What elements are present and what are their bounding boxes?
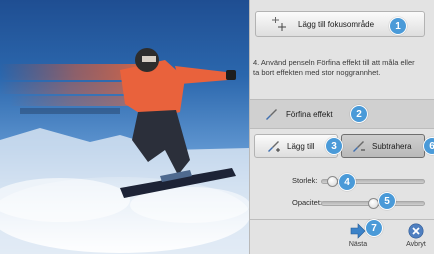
arrow-right-icon xyxy=(350,223,366,239)
subtract-brush-label: Subtrahera xyxy=(372,141,412,151)
cancel-label: Avbryt xyxy=(406,241,426,248)
callout-4: 4 xyxy=(338,173,356,191)
size-slider-thumb[interactable] xyxy=(327,176,339,187)
subtract-brush-button[interactable]: Subtrahera xyxy=(341,134,425,158)
brush-plus-icon xyxy=(268,141,280,152)
cancel-button[interactable]: Avbryt xyxy=(396,220,434,254)
refine-effect-label: Förfina effekt xyxy=(286,109,333,119)
callout-6: 6 xyxy=(423,137,434,155)
photo-canvas[interactable] xyxy=(0,0,249,254)
callout-1: 1 xyxy=(389,17,407,35)
refine-effect-button[interactable]: Förfina effekt xyxy=(250,99,434,129)
size-slider[interactable] xyxy=(321,176,425,187)
opacity-label: Opacitet: xyxy=(292,198,323,207)
focus-crosshair-icon xyxy=(272,17,286,31)
brush-icon xyxy=(266,109,277,120)
add-brush-label: Lägg till xyxy=(287,141,315,151)
instruction-text: 4. Använd penseln Förfina effekt till at… xyxy=(253,58,415,77)
callout-5: 5 xyxy=(378,192,396,210)
effect-panel: Lägg till fokusområde 4. Använd penseln … xyxy=(249,0,434,254)
snowboarder-image xyxy=(0,48,249,254)
add-focus-area-label: Lägg till fokusområde xyxy=(298,19,375,29)
callout-2: 2 xyxy=(350,105,368,123)
size-label: Storlek: xyxy=(292,176,318,185)
next-label: Nästa xyxy=(348,241,368,248)
callout-7: 7 xyxy=(365,219,383,237)
brush-minus-icon xyxy=(353,141,365,152)
close-circle-icon xyxy=(408,223,424,239)
opacity-slider[interactable] xyxy=(321,198,425,209)
callout-3: 3 xyxy=(325,137,343,155)
